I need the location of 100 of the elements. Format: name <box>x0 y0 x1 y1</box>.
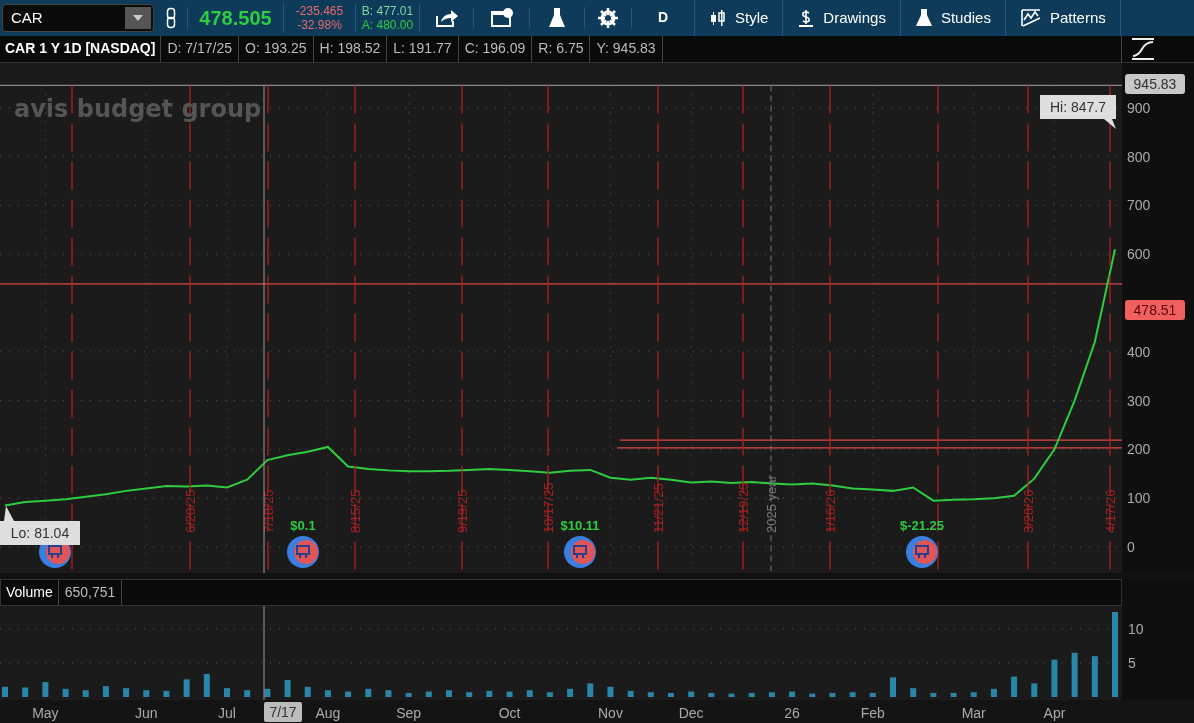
volume-bar <box>647 692 654 697</box>
volume-bar <box>446 690 452 697</box>
volume-bar <box>143 690 150 697</box>
price-axis-label: 0 <box>1127 539 1135 556</box>
chart-title: CAR 1 Y 1D [NASDAQ] <box>0 35 162 63</box>
price-axis-label: 600 <box>1127 246 1151 263</box>
volume-bar <box>203 673 210 697</box>
month-label: Feb <box>860 705 885 721</box>
month-label: Aug <box>315 705 341 721</box>
link-icon[interactable] <box>165 6 176 29</box>
dollar-icon <box>797 7 816 28</box>
share-icon[interactable] <box>434 7 459 28</box>
volume-bar <box>768 692 775 697</box>
settings-icon[interactable] <box>598 7 618 28</box>
aggregation-button[interactable]: D <box>632 0 695 36</box>
pattern-chart-icon <box>1019 7 1042 28</box>
volume-label: Volume <box>1 580 59 605</box>
candlestick-icon <box>709 8 727 27</box>
price-axis-label: 800 <box>1127 148 1151 165</box>
volume-bar <box>829 692 836 697</box>
volume-bar <box>668 692 674 697</box>
volume-bar <box>1031 683 1038 697</box>
ohlc-field: C: 196.09 <box>458 35 533 63</box>
volume-axis-label: 10 <box>1128 621 1144 637</box>
price-axis-label: 300 <box>1127 392 1151 409</box>
event-date-label: 8/15/25 <box>348 489 363 534</box>
volume-bar <box>910 688 917 697</box>
event-date-label: 6/20/25 <box>183 489 198 534</box>
volume-bar <box>183 679 190 697</box>
volume-bar <box>607 686 614 697</box>
volume-bar <box>365 688 372 697</box>
volume-bar <box>324 690 331 697</box>
volume-bar <box>688 691 695 697</box>
toolbar-menu[interactable]: Patterns <box>1005 0 1121 36</box>
toolbar-menu[interactable]: Studies <box>900 0 1006 36</box>
month-label: Sep <box>396 705 422 721</box>
volume-bar <box>627 690 634 697</box>
curve-icon[interactable] <box>1130 36 1156 61</box>
year-label: 2025 year <box>764 475 779 534</box>
event-date-label: 11/21/25 <box>651 483 666 534</box>
volume-bar <box>567 688 574 697</box>
volume-bar <box>405 692 412 697</box>
month-label: 26 <box>784 705 800 721</box>
volume-bar <box>123 688 130 697</box>
toolbar-menu[interactable]: Style <box>695 0 784 36</box>
volume-bar <box>708 692 715 697</box>
volume-bar <box>284 680 291 697</box>
dividend-label: $-21.25 <box>899 518 945 534</box>
volume-bar <box>42 682 49 697</box>
volume-bar <box>425 691 432 697</box>
price-axis-label: 900 <box>1127 100 1151 117</box>
price-tag: 478.51 <box>1125 300 1185 321</box>
price-tag: 945.83 <box>1125 74 1185 95</box>
net-change: -235.465 <box>295 3 344 18</box>
event-date-label: 1/16/26 <box>823 489 838 534</box>
horizontal-line[interactable] <box>619 439 1123 442</box>
volume-bar <box>748 692 755 697</box>
ohlc-field: Y: 945.83 <box>590 35 663 63</box>
volume-bar <box>809 693 816 697</box>
month-label: May <box>32 705 59 721</box>
ohlc-field: D: 7/17/25 <box>161 35 239 63</box>
toolbar-menu[interactable]: Drawings <box>783 0 901 36</box>
volume-bar <box>22 687 29 697</box>
event-date-label: 9/19/25 <box>455 489 470 534</box>
volume-bar <box>1051 659 1058 697</box>
volume-bar <box>486 690 493 697</box>
price-axis-label: 700 <box>1127 197 1151 214</box>
volume-bar <box>264 688 271 697</box>
ohlc-field: L: 191.77 <box>387 35 459 63</box>
flask-icon[interactable] <box>548 6 566 29</box>
dropdown-icon[interactable] <box>125 6 151 29</box>
crosshair-date-label: 7/17 <box>264 702 302 722</box>
month-label: Apr <box>1043 705 1066 721</box>
low-tooltip: Lo: 81.04 <box>0 506 80 546</box>
price-axis-label: 200 <box>1127 441 1151 458</box>
ohlc-field: R: 6.75 <box>532 35 591 63</box>
volume-bar <box>587 683 594 697</box>
symbol-field[interactable]: CAR <box>2 3 154 32</box>
volume-bar <box>506 691 513 697</box>
volume-bar <box>244 690 251 697</box>
month-label: Mar <box>961 705 986 721</box>
price-axis-label: 400 <box>1127 344 1151 361</box>
price-axis-label: 100 <box>1127 490 1151 507</box>
volume-bar <box>1011 676 1018 697</box>
volume-bar <box>224 688 230 697</box>
month-label: Jul <box>218 705 236 721</box>
volume-bar <box>890 677 896 697</box>
horizontal-line[interactable] <box>0 85 1123 87</box>
company-logo: avis budget group <box>14 95 262 124</box>
last-price: 478.505 <box>199 5 272 31</box>
calendar-alert-icon[interactable] <box>489 7 514 28</box>
volume-bar <box>385 690 392 697</box>
volume-bar <box>930 692 937 697</box>
volume-bar <box>466 692 473 697</box>
volume-bar <box>970 692 977 697</box>
event-date-label: 10/17/25 <box>541 482 556 534</box>
dividend-label: $10.11 <box>560 518 600 534</box>
volume-bar <box>62 688 69 697</box>
volume-bar <box>526 690 533 697</box>
event-date-label: 12/19/25 <box>736 482 751 534</box>
